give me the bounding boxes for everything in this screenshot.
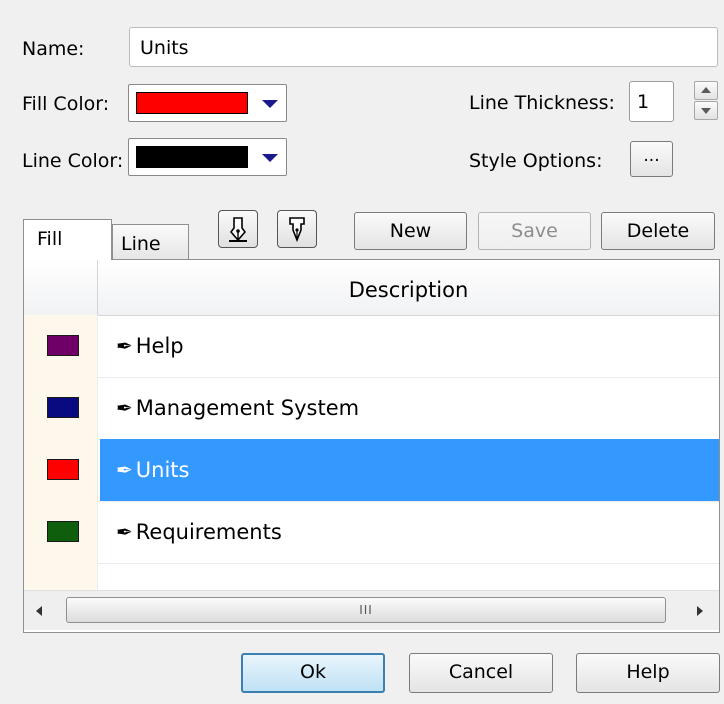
pen-tip-icon-button[interactable] (277, 210, 317, 248)
horizontal-scrollbar[interactable]: III (24, 590, 719, 630)
name-input[interactable]: Units (129, 27, 718, 67)
save-button[interactable]: Save (478, 212, 591, 250)
grid-header: Description (24, 260, 719, 316)
tab-fill[interactable]: Fill (23, 219, 112, 260)
ok-button[interactable]: Ok (241, 653, 385, 693)
spin-down-button[interactable] (694, 101, 718, 120)
line-thickness-input[interactable]: 1 (629, 81, 674, 122)
color-swatch (47, 459, 79, 480)
style-options-label: Style Options: (469, 150, 603, 172)
row-description: Requirements (135, 520, 282, 544)
pen-tip-icon: ✒ (116, 396, 133, 420)
line-color-swatch (136, 146, 248, 168)
empty-row (24, 563, 719, 590)
row-header (24, 501, 98, 563)
fill-color-label: Fill Color: (22, 93, 110, 115)
descriptions-grid: Description ✒ Help ✒ Management System ✒ Un… (23, 259, 720, 633)
row-description: Management System (135, 396, 360, 420)
row-description: Units (135, 458, 190, 482)
row-header (24, 315, 98, 377)
table-row-selected[interactable]: ✒ Units (24, 439, 719, 502)
row-header (24, 377, 98, 439)
pen-tip-icon (289, 217, 305, 243)
cancel-button[interactable]: Cancel (409, 653, 553, 693)
fill-color-dropdown[interactable] (128, 84, 287, 122)
style-options-button[interactable]: ... (630, 141, 673, 177)
table-row[interactable]: ✒ Requirements (24, 501, 719, 564)
color-swatch (47, 397, 79, 418)
tab-line[interactable]: Line (112, 224, 189, 259)
line-color-label: Line Color: (22, 150, 124, 172)
scroll-right-icon[interactable] (697, 606, 703, 616)
row-description: Help (135, 334, 184, 358)
chevron-down-icon[interactable] (257, 89, 283, 117)
chevron-down-icon[interactable] (257, 143, 283, 171)
pen-tip-icon: ✒ (116, 458, 133, 482)
scroll-left-icon[interactable] (36, 606, 42, 616)
row-header (24, 439, 98, 501)
fill-color-swatch (136, 92, 248, 114)
line-thickness-label: Line Thickness: (469, 92, 615, 114)
color-swatch (47, 521, 79, 542)
spin-up-button[interactable] (694, 81, 718, 100)
delete-button[interactable]: Delete (601, 212, 715, 250)
pen-icon (229, 217, 247, 242)
color-swatch (47, 335, 79, 356)
new-button[interactable]: New (354, 212, 467, 250)
table-row[interactable]: ✒ Management System (24, 377, 719, 440)
name-label: Name: (22, 38, 85, 60)
pen-tip-icon: ✒ (116, 520, 133, 544)
line-color-dropdown[interactable] (128, 138, 287, 176)
description-column-header[interactable]: Description (98, 260, 719, 315)
help-button[interactable]: Help (576, 653, 720, 693)
scrollbar-thumb[interactable]: III (66, 597, 666, 623)
pen-icon-button[interactable] (218, 210, 258, 248)
table-row[interactable]: ✒ Help (24, 315, 719, 378)
pen-tip-icon: ✒ (116, 334, 133, 358)
